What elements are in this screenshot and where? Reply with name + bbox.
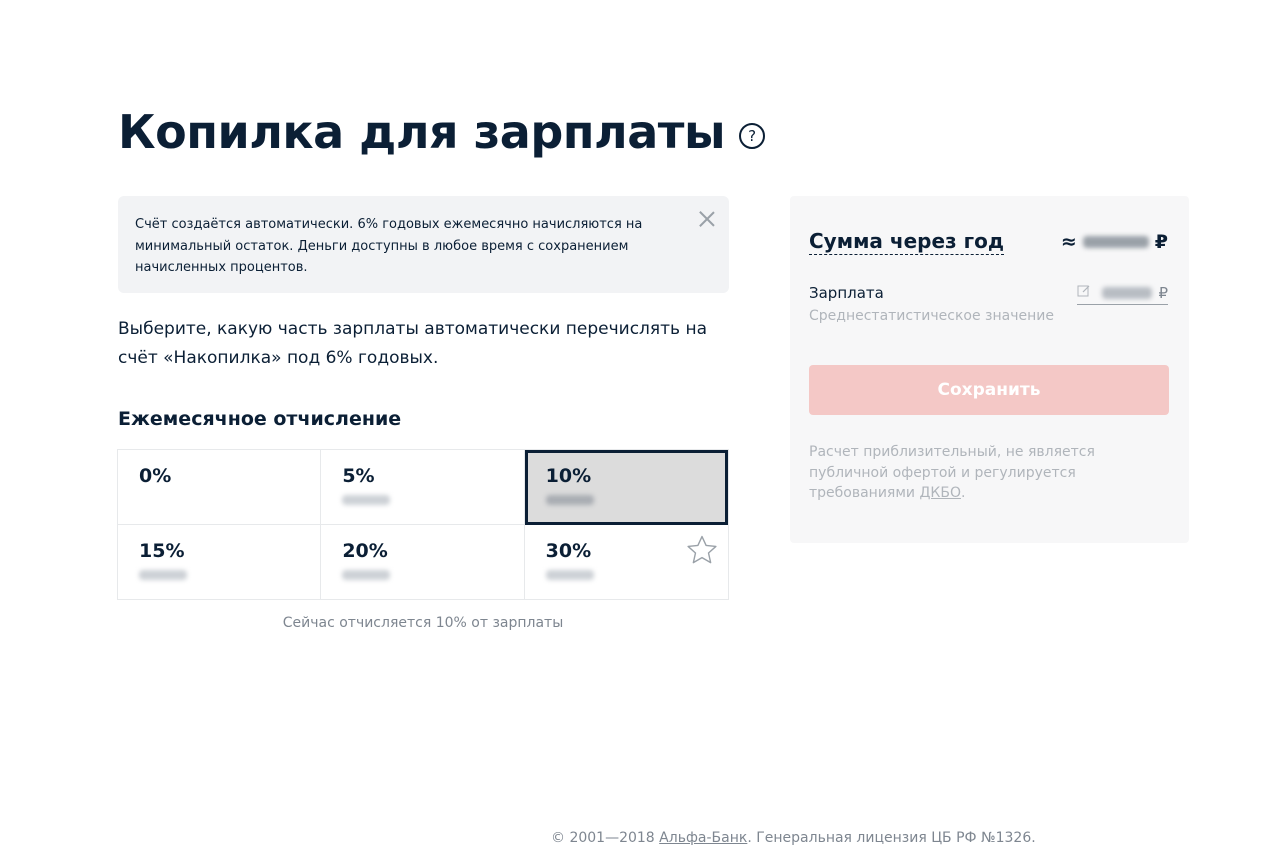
edit-icon (1077, 285, 1090, 297)
currency-sign: ₽ (1154, 231, 1168, 253)
option-15-percent[interactable]: 15% (118, 524, 322, 599)
footer-suffix: . Генеральная лицензия ЦБ РФ №1326. (747, 830, 1036, 846)
page-title: Копилка для зарплаты (118, 105, 726, 159)
summary-title[interactable]: Сумма через год (809, 229, 1004, 255)
save-button[interactable]: Сохранить (809, 365, 1169, 415)
sum-value-blurred (1082, 236, 1149, 248)
close-icon[interactable] (697, 209, 717, 229)
option-label: 10% (545, 465, 592, 487)
option-amount-blurred (342, 569, 391, 580)
option-label: 0% (139, 465, 172, 487)
salary-hint-text: Среднестатистическое значение (809, 308, 1054, 324)
footer: © 2001—2018 Альфа-Банк. Генеральная лице… (551, 830, 1036, 846)
option-amount-blurred (342, 495, 391, 505)
summary-card: Сумма через год ≈ ₽ Зарплата Среднестати… (790, 196, 1189, 543)
dkbo-link[interactable]: ДКБО (919, 485, 961, 501)
salary-input[interactable]: ₽ (1077, 281, 1168, 305)
approx-sign: ≈ (1060, 231, 1077, 253)
option-label: 20% (342, 539, 388, 562)
option-amount-blurred (545, 569, 594, 580)
option-amount-blurred (139, 569, 187, 580)
bank-link[interactable]: Альфа-Банк (659, 830, 747, 846)
option-0-percent[interactable]: 0% (118, 450, 322, 525)
option-20-percent[interactable]: 20% (321, 524, 525, 599)
notice-text: Счёт создаётся автоматически. 6% годовых… (135, 217, 643, 275)
disclaimer: Расчет приблизительный, не является публ… (809, 442, 1109, 504)
lead-text: Выберите, какую часть зарплаты автоматич… (118, 319, 707, 368)
option-10-percent[interactable]: 10% (524, 450, 728, 525)
deduction-options: 0% 5% 10% 15% 20% 30% (117, 449, 729, 600)
option-amount-blurred (545, 495, 594, 505)
option-30-percent[interactable]: 30% (525, 525, 728, 600)
option-5-percent[interactable]: 5% (321, 450, 525, 525)
salary-currency: ₽ (1158, 283, 1168, 302)
info-notice: Счёт создаётся автоматически. 6% годовых… (118, 196, 729, 293)
deduction-heading: Ежемесячное отчисление (118, 408, 402, 430)
salary-hint: Среднестатистическое значение (809, 307, 1054, 326)
page-header: Копилка для зарплаты ? (118, 105, 766, 159)
current-deduction-text: Сейчас отчисляется 10% от зарплаты (282, 615, 564, 631)
option-label: 5% (342, 465, 375, 487)
salary-label: Зарплата (809, 284, 884, 302)
salary-value-blurred (1102, 286, 1153, 299)
summary-amount: ≈ ₽ (1061, 231, 1168, 253)
footer-prefix: © 2001—2018 (551, 830, 660, 846)
question-circle-icon[interactable]: ? (739, 123, 766, 149)
disclaimer-end: . (960, 485, 966, 501)
option-label: 15% (139, 539, 185, 562)
star-icon[interactable] (685, 533, 719, 567)
